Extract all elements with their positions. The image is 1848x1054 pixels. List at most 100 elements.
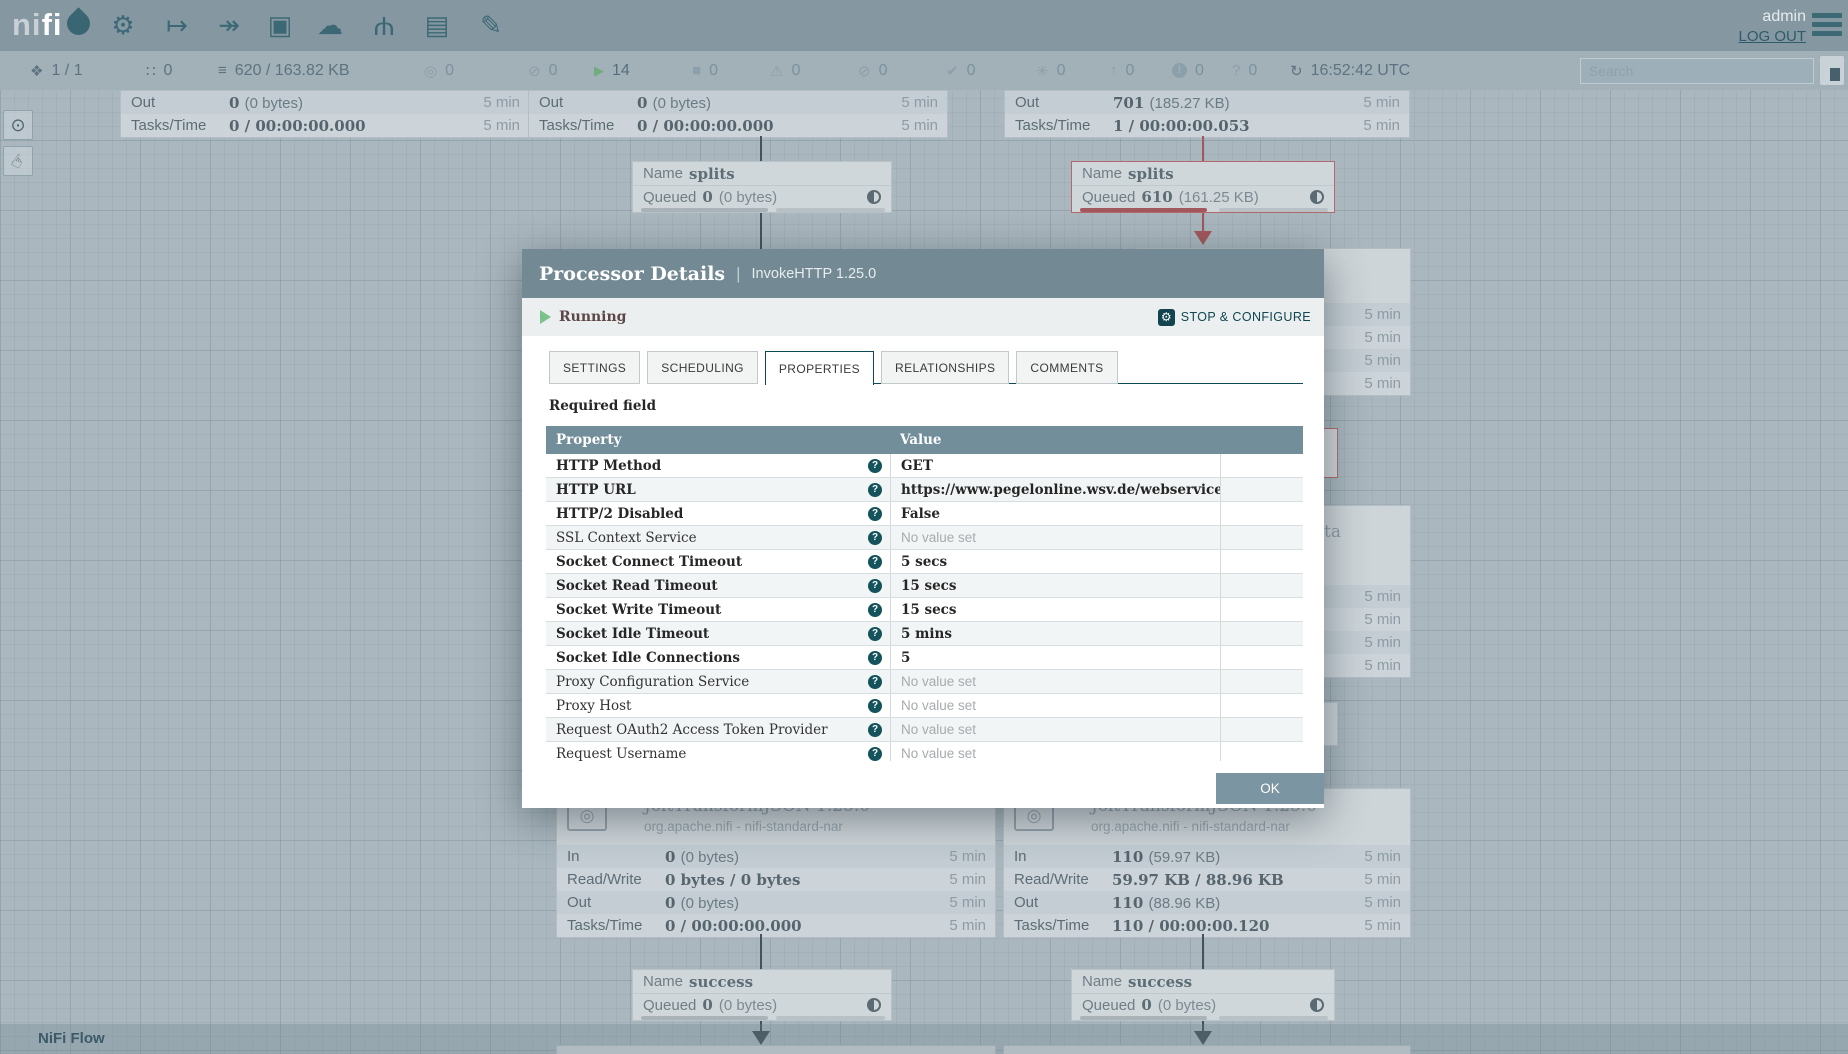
property-value: No value set — [901, 746, 976, 761]
funnel-icon[interactable]: Ψ — [367, 9, 401, 42]
help-icon[interactable]: ? — [868, 747, 882, 761]
connection-line-backpressure[interactable] — [1202, 136, 1204, 161]
backpressure-size-bar — [1219, 208, 1328, 212]
ok-button[interactable]: OK — [1216, 773, 1324, 804]
status-running-count: 14 — [612, 62, 630, 80]
properties-table-header: Property Value — [546, 426, 1303, 454]
stat-window: 5 min — [1344, 329, 1410, 346]
connection-line[interactable] — [1202, 934, 1204, 969]
logout-link[interactable]: LOG OUT — [1738, 28, 1806, 45]
status-cluster-count: 1 / 1 — [51, 62, 82, 80]
bulletin-board-icon[interactable] — [1819, 55, 1845, 86]
app-header: nifi ⚙↦↠▣☁Ψ▤✎ admin LOG OUT — [0, 0, 1848, 51]
status-sync-failure: ?0 — [1232, 51, 1257, 90]
stat-row: In110 (59.97 KB)5 min — [1004, 845, 1410, 868]
help-icon[interactable]: ? — [868, 579, 882, 593]
processor-icon[interactable]: ⚙ — [106, 9, 140, 42]
property-row: HTTP URL?https://www.pegelonline.wsv.de/… — [546, 478, 1303, 502]
property-row: Request OAuth2 Access Token Provider?No … — [546, 718, 1303, 742]
process-group-icon[interactable]: ▣ — [263, 9, 297, 42]
stat-window: 5 min — [881, 117, 947, 134]
stat-row: Tasks/Time0 / 00:00:00.000 5 min — [557, 914, 995, 937]
help-icon[interactable]: ? — [868, 675, 882, 689]
stat-value: 110 — [1112, 848, 1143, 866]
property-name: Socket Write Timeout — [556, 602, 721, 618]
stat-value: 110 / 00:00:00.120 — [1112, 917, 1269, 935]
stat-value: 1 / 00:00:00.053 — [1113, 117, 1250, 135]
processor-jolt-right[interactable]: ◎ JoltTransformJSON 1.25.0 org.apache.ni… — [1003, 788, 1411, 938]
help-icon[interactable]: ? — [868, 603, 882, 617]
stat-value: 110 — [1112, 894, 1143, 912]
help-icon[interactable]: ? — [868, 483, 882, 497]
stat-label: In — [557, 848, 665, 865]
help-icon[interactable]: ? — [868, 459, 882, 473]
status-stale: ↑0 — [1110, 51, 1134, 90]
search-input[interactable] — [1580, 58, 1814, 84]
stat-value-detail: (88.96 KB) — [1149, 895, 1221, 912]
connection-line[interactable] — [760, 136, 762, 161]
property-value: No value set — [901, 530, 976, 545]
stat-window: 5 min — [1344, 352, 1410, 369]
connection-label-splits-right[interactable]: Namesplits Queued610(161.25 KB) — [1071, 161, 1335, 213]
stat-label: Out — [1005, 94, 1113, 111]
stat-row: In0 (0 bytes)5 min — [557, 845, 995, 868]
connection-line[interactable] — [760, 213, 762, 249]
connection-name-label: Name — [643, 165, 683, 182]
processor-stats-top-right[interactable]: Out701 (185.27 KB)5 minTasks/Time1 / 00:… — [1004, 90, 1410, 138]
properties-table: Property Value HTTP Method?GETHTTP URL?h… — [546, 426, 1303, 761]
help-icon[interactable]: ? — [868, 651, 882, 665]
label-icon[interactable]: ✎ — [474, 9, 508, 42]
connection-label-success-right[interactable]: Namesuccess Queued0(0 bytes) — [1071, 969, 1335, 1021]
help-icon[interactable]: ? — [868, 531, 882, 545]
stat-row: Tasks/Time110 / 00:00:00.120 5 min — [1004, 914, 1410, 937]
stat-window: 5 min — [1344, 871, 1410, 888]
value-column-header: Value — [890, 432, 1220, 448]
breadcrumb[interactable]: NiFi Flow — [38, 1030, 105, 1047]
help-icon[interactable]: ? — [868, 699, 882, 713]
global-menu-button[interactable] — [1812, 13, 1842, 40]
connection-label-splits-left[interactable]: Namesplits Queued0(0 bytes) — [632, 161, 892, 213]
tab-relationships[interactable]: RELATIONSHIPS — [881, 351, 1009, 384]
threads-icon: ∷ — [146, 62, 156, 80]
stat-label: Out — [529, 94, 637, 111]
status-up-to-date-count: 0 — [967, 62, 976, 80]
navigate-palette-button[interactable]: ⊙ — [3, 110, 33, 140]
flow-status-bar: ❖1 / 1∷0≡620 / 163.82 KB◎0⊘0▶14■0⚠0⊘0✔0✳… — [0, 51, 1848, 90]
connection-line[interactable] — [760, 934, 762, 969]
queued-count: 0 — [1141, 996, 1151, 1014]
input-port-icon[interactable]: ↦ — [160, 9, 194, 42]
status-queued-count: 620 / 163.82 KB — [235, 62, 350, 80]
help-icon[interactable]: ? — [868, 723, 882, 737]
connection-line-backpressure[interactable] — [1202, 213, 1204, 231]
template-icon[interactable]: ▤ — [420, 9, 454, 42]
help-icon[interactable]: ? — [868, 507, 882, 521]
processor-title-fragment: ta — [1324, 522, 1341, 542]
stop-and-configure-button[interactable]: ⚙ STOP & CONFIGURE — [1158, 309, 1311, 326]
tab-scheduling[interactable]: SCHEDULING — [647, 351, 758, 384]
processor-bundle: org.apache.nifi - nifi-standard-nar — [644, 819, 843, 834]
status-locally-modified-stale-count: 0 — [1195, 62, 1204, 80]
property-value: 5 — [901, 650, 910, 666]
queued-label: Queued — [643, 997, 696, 1014]
remote-process-group-icon[interactable]: ☁ — [313, 9, 347, 42]
stat-window: 5 min — [881, 94, 947, 111]
status-up-to-date: ✔0 — [946, 51, 975, 90]
output-port-icon[interactable]: ↠ — [212, 9, 246, 42]
stat-label: Out — [121, 94, 229, 111]
tab-comments[interactable]: COMMENTS — [1016, 351, 1117, 384]
processor-jolt-left[interactable]: ◎ JoltTransformJSON 1.25.0 org.apache.ni… — [556, 788, 996, 938]
processor-stats-top-mid[interactable]: Out0 (0 bytes)5 minTasks/Time0 / 00:00:0… — [528, 90, 948, 138]
connection-label-success-left[interactable]: Namesuccess Queued0(0 bytes) — [632, 969, 892, 1021]
help-icon[interactable]: ? — [868, 555, 882, 569]
stat-label: Tasks/Time — [1004, 917, 1112, 934]
property-name: SSL Context Service — [556, 530, 697, 546]
help-icon[interactable]: ? — [868, 627, 882, 641]
tab-properties[interactable]: PROPERTIES — [765, 351, 874, 385]
operate-palette-button[interactable]: ☞ — [3, 146, 33, 176]
stat-window: 5 min — [929, 894, 995, 911]
tab-settings[interactable]: SETTINGS — [549, 351, 640, 384]
stat-value: 0 — [665, 848, 675, 866]
stat-row: Read/Write0 bytes / 0 bytes 5 min — [557, 868, 995, 891]
processor-stats-top-left[interactable]: Out0 (0 bytes)5 minTasks/Time0 / 00:00:0… — [120, 90, 530, 138]
refresh-icon[interactable]: ↻ — [1290, 62, 1303, 80]
